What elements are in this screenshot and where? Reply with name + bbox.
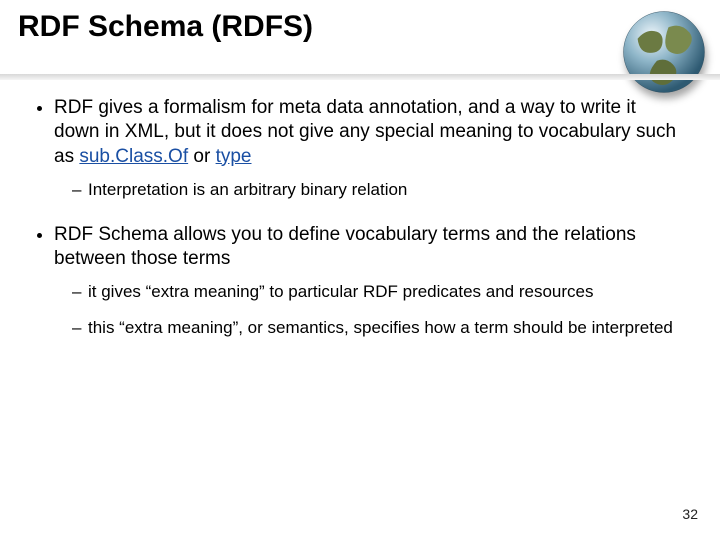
globe-icon	[620, 8, 708, 96]
bullet-2-sub-1: it gives “extra meaning” to particular R…	[72, 281, 684, 303]
page-number: 32	[682, 506, 698, 522]
bullet-2-text: RDF Schema allows you to define vocabula…	[54, 224, 636, 269]
bullet-2-sublist: it gives “extra meaning” to particular R…	[54, 281, 684, 339]
slide-body: RDF gives a formalism for meta data anno…	[30, 96, 684, 361]
title-divider	[0, 74, 720, 80]
bullet-2: RDF Schema allows you to define vocabula…	[54, 223, 684, 339]
bullet-list-level1: RDF gives a formalism for meta data anno…	[30, 96, 684, 339]
bullet-1-text-mid: or	[188, 146, 215, 167]
slide-title: RDF Schema (RDFS)	[18, 10, 313, 44]
slide: RDF Schema (RDFS) RDF gives a formalism …	[0, 0, 720, 540]
bullet-2-sub-2: this “extra meaning”, or semantics, spec…	[72, 317, 684, 339]
bullet-1-sublist: Interpretation is an arbitrary binary re…	[54, 179, 684, 201]
bullet-1: RDF gives a formalism for meta data anno…	[54, 96, 684, 201]
keyword-subclassof: sub.Class.Of	[79, 146, 188, 167]
bullet-1-sub-1: Interpretation is an arbitrary binary re…	[72, 179, 684, 201]
keyword-type: type	[216, 146, 252, 167]
